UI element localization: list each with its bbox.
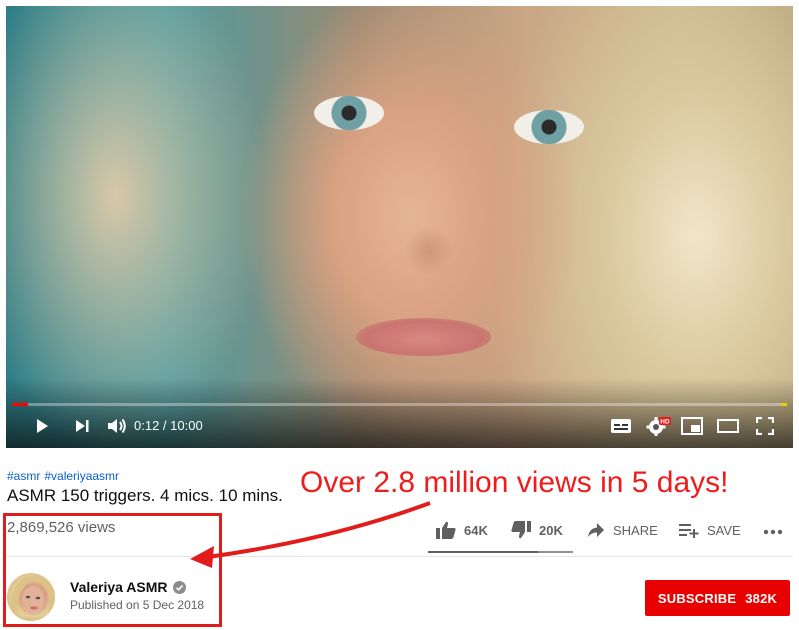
subscribe-button[interactable]: SUBSCRIBE 382K (645, 580, 790, 616)
share-button[interactable]: SHARE (587, 516, 658, 544)
subtitles-icon (610, 418, 632, 434)
theater-icon (717, 419, 739, 433)
next-button[interactable] (70, 414, 94, 438)
subscriber-count: 382K (745, 590, 778, 606)
play-button[interactable] (30, 414, 54, 438)
more-actions-button[interactable] (763, 516, 783, 544)
video-title: ASMR 150 triggers. 4 mics. 10 mins. (7, 486, 283, 505)
playlist-add-icon (679, 522, 699, 538)
progress-bar[interactable] (12, 403, 787, 406)
volume-icon (106, 416, 128, 436)
subscribe-label: SUBSCRIBE (657, 590, 737, 606)
thumbs-up-icon (436, 521, 456, 539)
share-icon (587, 522, 605, 538)
volume-button[interactable] (104, 414, 130, 438)
miniplayer-button[interactable] (680, 414, 704, 438)
save-button[interactable]: SAVE (679, 516, 741, 544)
play-icon (33, 417, 51, 435)
hashtag-link[interactable]: #asmr (7, 469, 40, 483)
sentiment-like-fill (428, 551, 539, 553)
thumbs-down-icon (511, 521, 531, 539)
fullscreen-button[interactable] (753, 414, 777, 438)
progress-ad-marker (781, 403, 787, 406)
subtitles-button[interactable] (608, 414, 634, 438)
annotation-highlight-box (3, 513, 222, 627)
share-label: SHARE (613, 522, 658, 538)
annotation-callout-text: Over 2.8 million views in 5 days! (300, 466, 729, 499)
svg-text:HD: HD (660, 419, 670, 426)
theater-mode-button[interactable] (716, 414, 740, 438)
dislike-button[interactable]: 20K (511, 516, 563, 544)
next-icon (74, 418, 90, 434)
video-player[interactable] (6, 6, 793, 448)
hashtags: #asmr #valeriyaasmr (7, 469, 123, 483)
video-frame-nose (404, 226, 454, 276)
video-frame-lips (356, 318, 491, 356)
settings-hd-icon: HD (646, 415, 672, 437)
sentiment-bar (428, 551, 573, 553)
video-frame-eye-left (314, 96, 384, 130)
miniplayer-icon (681, 417, 703, 435)
time-display: 0:12 / 10:00 (134, 418, 203, 433)
settings-button[interactable]: HD (645, 414, 673, 438)
video-frame-eye-right (514, 110, 584, 144)
hashtag-link[interactable]: #valeriyaasmr (44, 469, 119, 483)
save-label: SAVE (707, 522, 741, 538)
more-icon (763, 523, 783, 538)
progress-played (12, 403, 28, 406)
like-button[interactable]: 64K (436, 516, 488, 544)
fullscreen-icon (756, 417, 774, 435)
like-count: 64K (464, 522, 488, 538)
dislike-count: 20K (539, 522, 563, 538)
